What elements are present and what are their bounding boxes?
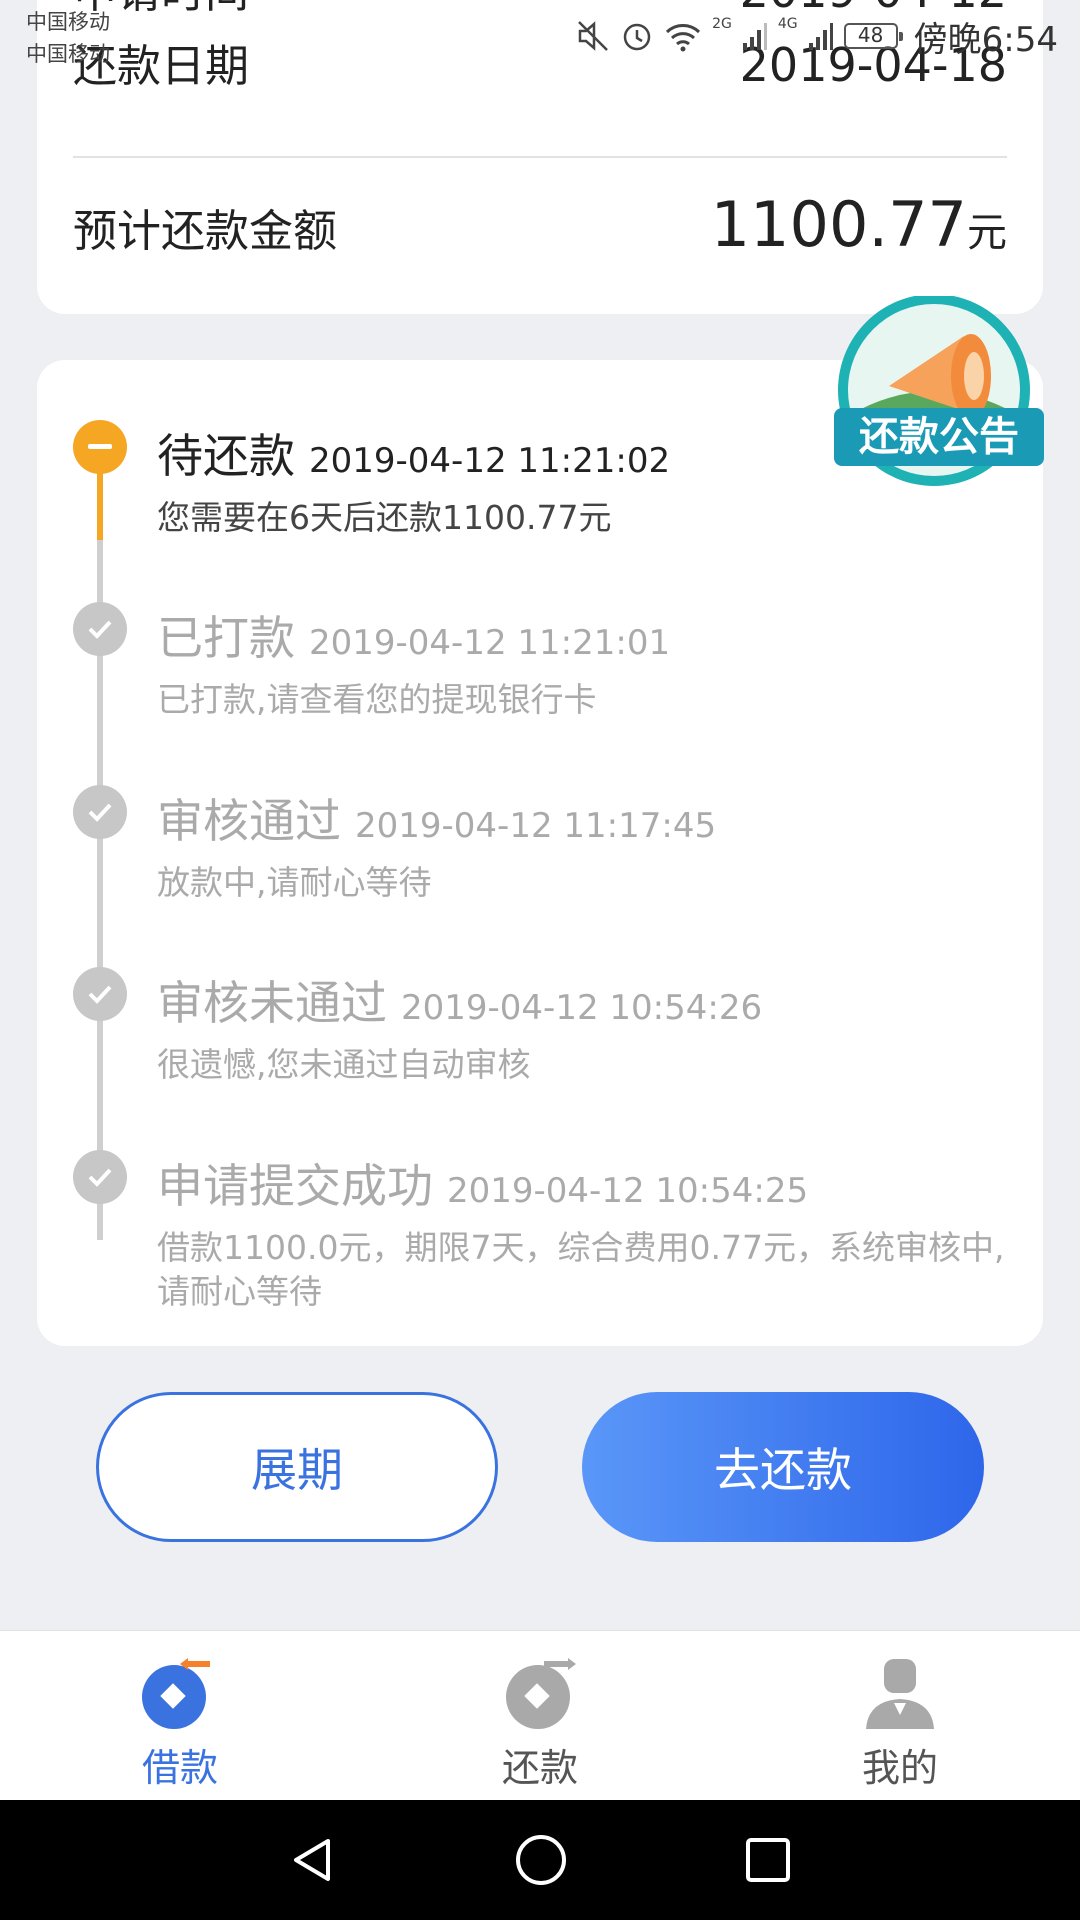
check-icon xyxy=(73,967,127,1021)
timeline-desc: 放款中,请耐心等待 xyxy=(157,863,432,902)
megaphone-icon xyxy=(834,294,1044,486)
signal-icon-1 xyxy=(742,23,767,50)
network-2g-label: 2G xyxy=(712,16,732,32)
status-icons: 2G 4G 48 傍晚6:54 xyxy=(576,14,1058,60)
nav-item-loan[interactable]: 借款 xyxy=(0,1631,360,1801)
home-icon[interactable] xyxy=(514,1833,568,1887)
status-timeline-card: 待还款 2019-04-12 11:21:02 您需要在6天后还款1100.77元… xyxy=(37,360,1043,1346)
nav-item-profile[interactable]: 我的 xyxy=(720,1631,1080,1801)
clock: 傍晚6:54 xyxy=(913,19,1058,60)
repay-button[interactable]: 去还款 xyxy=(582,1392,984,1542)
timeline-desc: 借款1100.0元，期限7天，综合费用0.77元，系统审核中,请耐心等待 xyxy=(157,1228,1005,1311)
amount-row: 预计还款金额 1100.77元 xyxy=(73,188,1007,261)
back-icon[interactable] xyxy=(288,1835,338,1885)
recents-icon[interactable] xyxy=(744,1836,792,1884)
check-icon xyxy=(73,602,127,656)
status-bar: 中国移动 中国移动 2G 4G 48 傍晚6:54 xyxy=(0,0,1080,70)
repay-icon xyxy=(506,1658,576,1729)
nav-label-loan: 借款 xyxy=(141,1746,218,1790)
timeline-time: 2019-04-12 11:17:45 xyxy=(355,806,717,846)
check-icon xyxy=(73,785,127,839)
alarm-icon xyxy=(623,23,651,51)
divider xyxy=(73,156,1007,158)
carrier-label-1: 中国移动 xyxy=(26,10,110,34)
amount-value-group: 1100.77元 xyxy=(711,188,1007,261)
amount-unit: 元 xyxy=(967,210,1007,256)
pending-icon xyxy=(73,420,127,474)
timeline-title: 已打款 xyxy=(157,611,295,665)
carrier-label-2: 中国移动 xyxy=(26,42,110,66)
nav-item-repay[interactable]: 还款 xyxy=(360,1631,720,1801)
timeline-desc: 已打款,请查看您的提现银行卡 xyxy=(157,680,597,719)
system-nav-bar xyxy=(0,1800,1080,1920)
loan-icon xyxy=(142,1658,210,1729)
timeline-title: 申请提交成功 xyxy=(157,1159,433,1213)
timeline-time: 2019-04-12 10:54:25 xyxy=(447,1171,809,1211)
bottom-nav: 借款 还款 我的 xyxy=(0,1630,1080,1801)
extend-button[interactable]: 展期 xyxy=(96,1392,498,1542)
amount-value: 1100.77 xyxy=(710,188,967,261)
timeline-title: 待还款 xyxy=(157,429,295,483)
nav-label-repay: 还款 xyxy=(501,1746,578,1790)
mute-icon xyxy=(578,21,608,51)
notice-label: 还款公告 xyxy=(859,414,1019,460)
signal-icon-2 xyxy=(808,23,833,50)
timeline-time: 2019-04-12 11:21:02 xyxy=(309,441,671,481)
network-4g-label: 4G xyxy=(777,16,798,32)
timeline-title: 审核通过 xyxy=(157,794,341,848)
timeline-desc: 很遗憾,您未通过自动审核 xyxy=(157,1045,531,1084)
timeline-time: 2019-04-12 10:54:26 xyxy=(401,988,763,1028)
amount-label: 预计还款金额 xyxy=(73,206,337,257)
timeline-desc: 您需要在6天后还款1100.77元 xyxy=(157,498,612,537)
profile-icon xyxy=(866,1659,934,1729)
repayment-notice-badge[interactable]: 还款公告 xyxy=(834,294,1044,496)
check-icon xyxy=(73,1150,127,1204)
wifi-icon xyxy=(666,24,701,52)
timeline-title: 审核未通过 xyxy=(157,976,387,1030)
battery-indicator: 48 xyxy=(843,23,903,49)
nav-label-profile: 我的 xyxy=(861,1746,938,1790)
timeline-time: 2019-04-12 11:21:01 xyxy=(309,623,671,663)
